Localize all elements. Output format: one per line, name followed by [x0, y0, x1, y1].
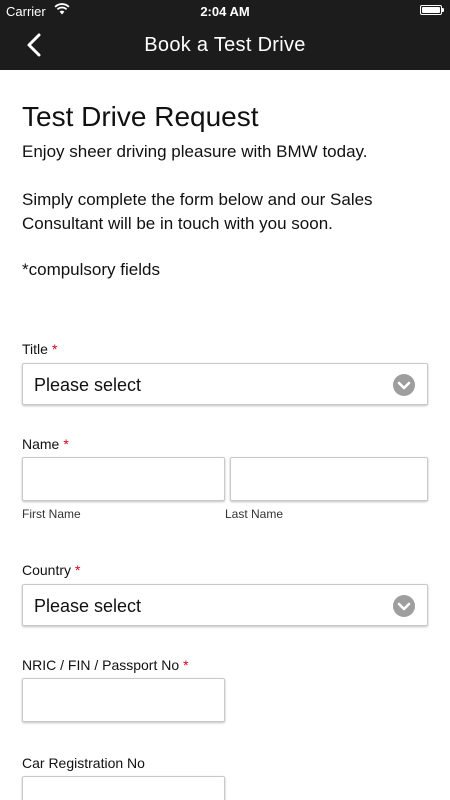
- name-field: Name * First Name Last Name: [22, 435, 428, 523]
- navigation-bar: Carrier 2:04 AM Book a Test Drive: [0, 0, 450, 70]
- form-heading: Test Drive Request: [22, 101, 259, 132]
- main-content: Test Drive Request Enjoy sheer driving p…: [22, 100, 428, 282]
- country-label: Country *: [22, 561, 428, 579]
- country-select-value: Please select: [34, 596, 142, 616]
- required-marker: *: [75, 562, 81, 578]
- country-label-text: Country: [22, 562, 72, 578]
- nric-label: NRIC / FIN / Passport No *: [22, 656, 225, 674]
- car-registration-field: Car Registration No: [22, 754, 225, 800]
- title-field: Title * Please select: [22, 340, 428, 405]
- title-label: Title *: [22, 340, 428, 358]
- car-registration-input[interactable]: [22, 776, 225, 800]
- first-name-input[interactable]: [22, 457, 225, 501]
- required-marker: *: [51, 341, 58, 357]
- nric-label-text: NRIC / FIN / Passport No: [22, 657, 180, 673]
- last-name-sublabel: Last Name: [225, 507, 284, 521]
- screen: Carrier 2:04 AM Book a Test Drive Test D…: [0, 0, 450, 800]
- title-select-value: Please select: [34, 375, 142, 395]
- required-marker: *: [183, 657, 189, 673]
- title-select[interactable]: Please select: [22, 363, 428, 405]
- chevron-down-icon: [393, 374, 415, 396]
- nric-field: NRIC / FIN / Passport No *: [22, 656, 225, 722]
- clock: 2:04 AM: [200, 4, 250, 19]
- car-registration-label: Car Registration No: [22, 755, 145, 771]
- first-name-sublabel: First Name: [22, 507, 81, 521]
- chevron-down-icon: [393, 595, 415, 617]
- intro-text: Enjoy sheer driving pleasure with BMW to…: [22, 142, 368, 161]
- instructions-text: Simply complete the form below and our S…: [22, 190, 373, 233]
- compulsory-note: *compulsory fields: [22, 260, 160, 279]
- title-label-text: Title: [22, 341, 48, 357]
- page-title: Book a Test Drive: [144, 34, 306, 56]
- last-name-input[interactable]: [230, 457, 428, 501]
- battery-icon: [420, 5, 444, 15]
- nric-input[interactable]: [22, 678, 225, 722]
- country-select[interactable]: Please select: [22, 584, 428, 626]
- country-field: Country * Please select: [22, 561, 428, 626]
- status-bar: Carrier 2:04 AM: [0, 0, 450, 22]
- required-marker: *: [63, 436, 69, 452]
- name-label-text: Name: [22, 436, 60, 452]
- name-label: Name *: [22, 435, 428, 453]
